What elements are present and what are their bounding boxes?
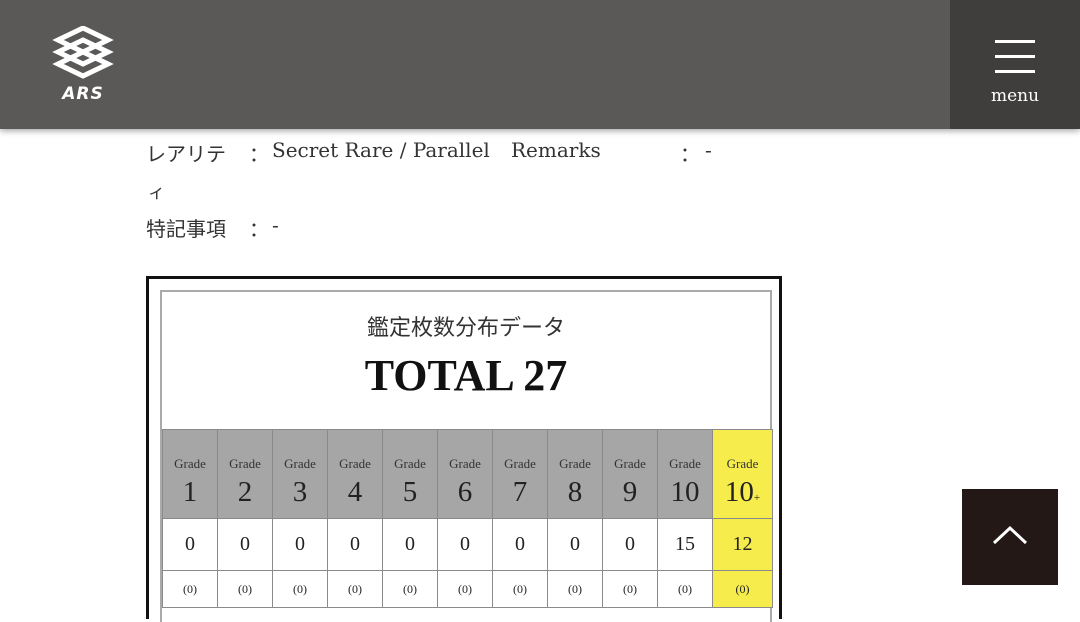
grade-number-text: 1 bbox=[182, 476, 198, 508]
grade-header-cell: Grade 3 bbox=[272, 429, 328, 519]
grade-count-cell: 0 bbox=[602, 518, 658, 571]
grade-word: Grade bbox=[449, 456, 481, 471]
grade-word: Grade bbox=[284, 456, 316, 471]
grade-number-text: 7 bbox=[512, 476, 528, 508]
grade-number-text: 9 bbox=[622, 476, 638, 508]
grade-percent-row: (0) (0) (0) (0) (0) (0) (0) (0) (0) (0) (0) bbox=[162, 570, 773, 608]
grade-table: Grade 1 Grade 2 Grade 3 Grade 4 Grade 5 Grade 6 Grad… bbox=[162, 429, 773, 608]
grade-percent-cell: (0) bbox=[492, 570, 548, 608]
site-header: ARS menu bbox=[0, 0, 1080, 129]
grade-percent-cell: (0) bbox=[217, 570, 273, 608]
grade-count-cell: 0 bbox=[492, 518, 548, 571]
grade-number: 10 bbox=[658, 476, 712, 509]
grade-header-cell: Grade 9 bbox=[602, 429, 658, 519]
grade-number-text: 2 bbox=[237, 476, 253, 508]
grade-word: Grade bbox=[174, 456, 206, 471]
grade-header-cell: Grade 5 bbox=[382, 429, 438, 519]
grade-count-row: 0 0 0 0 0 0 0 0 0 15 12 bbox=[162, 518, 773, 571]
menu-label: menu bbox=[990, 86, 1040, 106]
grade-count-cell: 0 bbox=[437, 518, 493, 571]
grade-header-cell: Grade 1 bbox=[162, 429, 218, 519]
grade-word: Grade bbox=[394, 456, 426, 471]
grade-word: Grade bbox=[504, 456, 536, 471]
grade-percent-cell: (0) bbox=[327, 570, 383, 608]
grade-word: Grade bbox=[559, 456, 591, 471]
back-to-top-button[interactable] bbox=[962, 489, 1058, 585]
grade-percent-cell: (0) bbox=[382, 570, 438, 608]
grade-percent-cell: (0) bbox=[712, 570, 773, 608]
grade-number: 4 bbox=[328, 476, 382, 509]
grade-number: 7 bbox=[493, 476, 547, 509]
special-value: - bbox=[272, 213, 279, 237]
menu-button[interactable]: menu bbox=[950, 0, 1080, 129]
grade-count-cell: 0 bbox=[327, 518, 383, 571]
grade-word: Grade bbox=[726, 456, 759, 471]
special-colon: ： bbox=[249, 217, 269, 241]
grade-percent-cell: (0) bbox=[437, 570, 493, 608]
grade-header-cell: Grade 10 bbox=[657, 429, 713, 519]
grade-count-cell: 15 bbox=[657, 518, 713, 571]
grade-count-cell: 0 bbox=[272, 518, 328, 571]
grade-header-row: Grade 1 Grade 2 Grade 3 Grade 4 Grade 5 Grade 6 Grad… bbox=[162, 429, 773, 519]
grade-distribution-card: 鑑定枚数分布データ TOTAL 27 Grade 1 Grade 2 Grade 3 Gra… bbox=[146, 276, 782, 622]
rarity-label-wrap: ィ bbox=[148, 183, 165, 203]
grade-percent-cell: (0) bbox=[162, 570, 218, 608]
grade-number: 5 bbox=[383, 476, 437, 509]
grade-header-cell: Grade 6 bbox=[437, 429, 493, 519]
grade-number-text: 3 bbox=[292, 476, 308, 508]
grade-percent-cell: (0) bbox=[272, 570, 328, 608]
rarity-label: レアリテ bbox=[146, 142, 226, 166]
grade-count-cell: 0 bbox=[162, 518, 218, 571]
grade-header-cell: Grade 7 bbox=[492, 429, 548, 519]
grade-number: 2 bbox=[218, 476, 272, 509]
hamburger-icon bbox=[995, 40, 1035, 74]
grade-word: Grade bbox=[229, 456, 261, 471]
logo-text: ARS bbox=[62, 84, 104, 104]
grade-number: 1 bbox=[163, 476, 217, 509]
special-label: 特記事項 bbox=[146, 217, 226, 241]
grade-count-cell: 0 bbox=[547, 518, 603, 571]
grade-header-cell: Grade 8 bbox=[547, 429, 603, 519]
ars-logo[interactable]: ARS bbox=[50, 25, 116, 106]
grade-count-cell: 0 bbox=[382, 518, 438, 571]
rarity-value: Secret Rare / Parallel bbox=[272, 138, 490, 162]
grade-word: Grade bbox=[339, 456, 371, 471]
grade-number: 6 bbox=[438, 476, 492, 509]
grade-percent-cell: (0) bbox=[602, 570, 658, 608]
grade-distribution-inner: 鑑定枚数分布データ TOTAL 27 Grade 1 Grade 2 Grade 3 Gra… bbox=[160, 290, 773, 622]
grade-count-cell: 0 bbox=[217, 518, 273, 571]
distribution-title: 鑑定枚数分布データ bbox=[366, 316, 565, 341]
grade-number-text: 6 bbox=[457, 476, 473, 508]
remarks-colon: ： bbox=[680, 142, 700, 166]
distribution-total: TOTAL 27 bbox=[364, 351, 568, 400]
grade-percent-cell: (0) bbox=[547, 570, 603, 608]
remarks-value: - bbox=[705, 138, 712, 162]
grade-number: 9 bbox=[603, 476, 657, 509]
grade-plus-mark: + bbox=[753, 492, 761, 504]
grade-header-cell: Grade 10+ bbox=[712, 429, 773, 519]
grade-number: 10+ bbox=[713, 476, 772, 509]
grade-number: 3 bbox=[273, 476, 327, 509]
ars-logo-icon bbox=[52, 25, 114, 79]
grade-number-text: 4 bbox=[347, 476, 363, 508]
grade-number-text: 10 bbox=[670, 476, 700, 508]
grade-count-cell: 12 bbox=[712, 518, 773, 571]
chevron-up-icon bbox=[992, 525, 1028, 545]
grade-header-cell: Grade 4 bbox=[327, 429, 383, 519]
grade-word: Grade bbox=[669, 456, 701, 471]
rarity-colon: ： bbox=[249, 142, 269, 166]
grade-percent-cell: (0) bbox=[657, 570, 713, 608]
grade-number: 8 bbox=[548, 476, 602, 509]
grade-number-text: 8 bbox=[567, 476, 583, 508]
grade-word: Grade bbox=[614, 456, 646, 471]
grade-number-text: 5 bbox=[402, 476, 418, 508]
remarks-label: Remarks bbox=[511, 138, 601, 162]
grade-number-text: 10 bbox=[724, 476, 754, 508]
grade-header-cell: Grade 2 bbox=[217, 429, 273, 519]
